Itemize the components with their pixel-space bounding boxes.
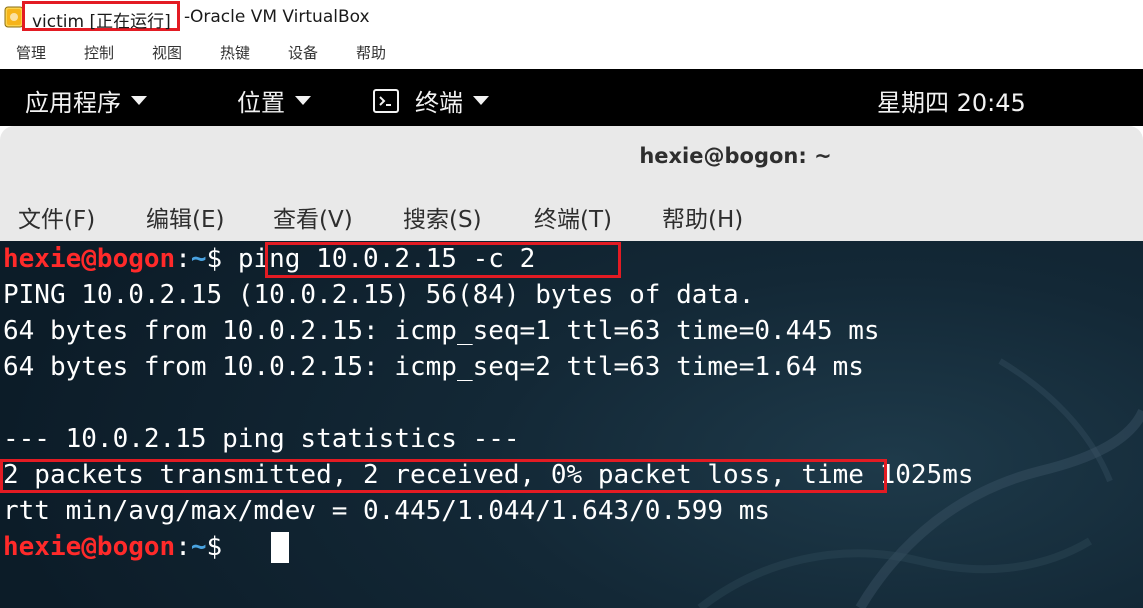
prompt-symbol: $: [206, 532, 238, 562]
menu-manage[interactable]: 管理: [16, 42, 46, 63]
output-line: PING 10.0.2.15 (10.0.2.15) 56(84) bytes …: [3, 280, 755, 310]
chevron-down-icon: [473, 96, 489, 105]
terminal-menu-terminal[interactable]: 终端(T): [534, 200, 612, 234]
prompt-directory: ~: [190, 244, 207, 274]
menu-hotkeys[interactable]: 热键: [220, 42, 250, 63]
prompt-symbol: $: [206, 244, 238, 274]
prompt-line-2: hexie@bogon:~$: [3, 529, 238, 565]
applications-menu[interactable]: 应用程序: [25, 83, 147, 118]
terminal-menu-edit[interactable]: 编辑(E): [146, 200, 224, 234]
places-label: 位置: [237, 89, 285, 117]
rtt-line: rtt min/avg/max/mdev = 0.445/1.044/1.643…: [3, 496, 771, 526]
chevron-down-icon: [295, 96, 311, 105]
terminal-app-menu[interactable]: 终端: [373, 83, 489, 118]
menu-view[interactable]: 视图: [152, 42, 182, 63]
terminal-window-header: hexie@bogon: ~ 文件(F) 编辑(E) 查看(V) 搜索(S) 终…: [0, 126, 1143, 241]
prompt-directory: ~: [190, 532, 207, 562]
summary-highlight-box: [0, 459, 887, 493]
chevron-down-icon: [131, 96, 147, 105]
terminal-menu-search[interactable]: 搜索(S): [403, 200, 482, 234]
menu-control[interactable]: 控制: [84, 42, 114, 63]
prompt-separator: :: [175, 244, 191, 274]
prompt-separator: :: [175, 532, 191, 562]
clock[interactable]: 星期四 20:45: [877, 83, 1026, 118]
gnome-top-bar: 应用程序 位置 终端 星期四 20:45: [0, 69, 1143, 126]
applications-label: 应用程序: [25, 89, 121, 117]
terminal-menu-view[interactable]: 查看(V): [273, 200, 353, 234]
virtualbox-title-bar: victim [正在运行] - Oracle VM VirtualBox: [0, 0, 1143, 36]
terminal-output-area[interactable]: hexie@bogon:~$ ping 10.0.2.15 -c 2 PING …: [0, 241, 1143, 608]
virtualbox-menu-bar: 管理 控制 视图 热键 设备 帮助: [0, 36, 1143, 69]
app-title: Oracle VM VirtualBox: [190, 7, 370, 27]
terminal-menu-file[interactable]: 文件(F): [18, 200, 95, 234]
terminal-app-label: 终端: [415, 89, 463, 117]
prompt-user: hexie@bogon: [3, 244, 176, 274]
menu-devices[interactable]: 设备: [288, 42, 318, 63]
terminal-menu-help[interactable]: 帮助(H): [662, 200, 743, 234]
menu-help[interactable]: 帮助: [356, 42, 386, 63]
command-highlight-box: [265, 242, 621, 278]
text-cursor: [271, 532, 289, 563]
output-line: 64 bytes from 10.0.2.15: icmp_seq=2 ttl=…: [3, 352, 864, 382]
terminal-window-title: hexie@bogon: ~: [639, 144, 832, 168]
vm-name-title: victim [正在运行]: [32, 12, 171, 32]
places-menu[interactable]: 位置: [237, 83, 311, 118]
terminal-icon: [373, 88, 399, 113]
virtualbox-icon: [4, 6, 24, 28]
output-line: --- 10.0.2.15 ping statistics ---: [3, 424, 520, 454]
prompt-user: hexie@bogon: [3, 532, 176, 562]
output-line: 64 bytes from 10.0.2.15: icmp_seq=1 ttl=…: [3, 316, 880, 346]
